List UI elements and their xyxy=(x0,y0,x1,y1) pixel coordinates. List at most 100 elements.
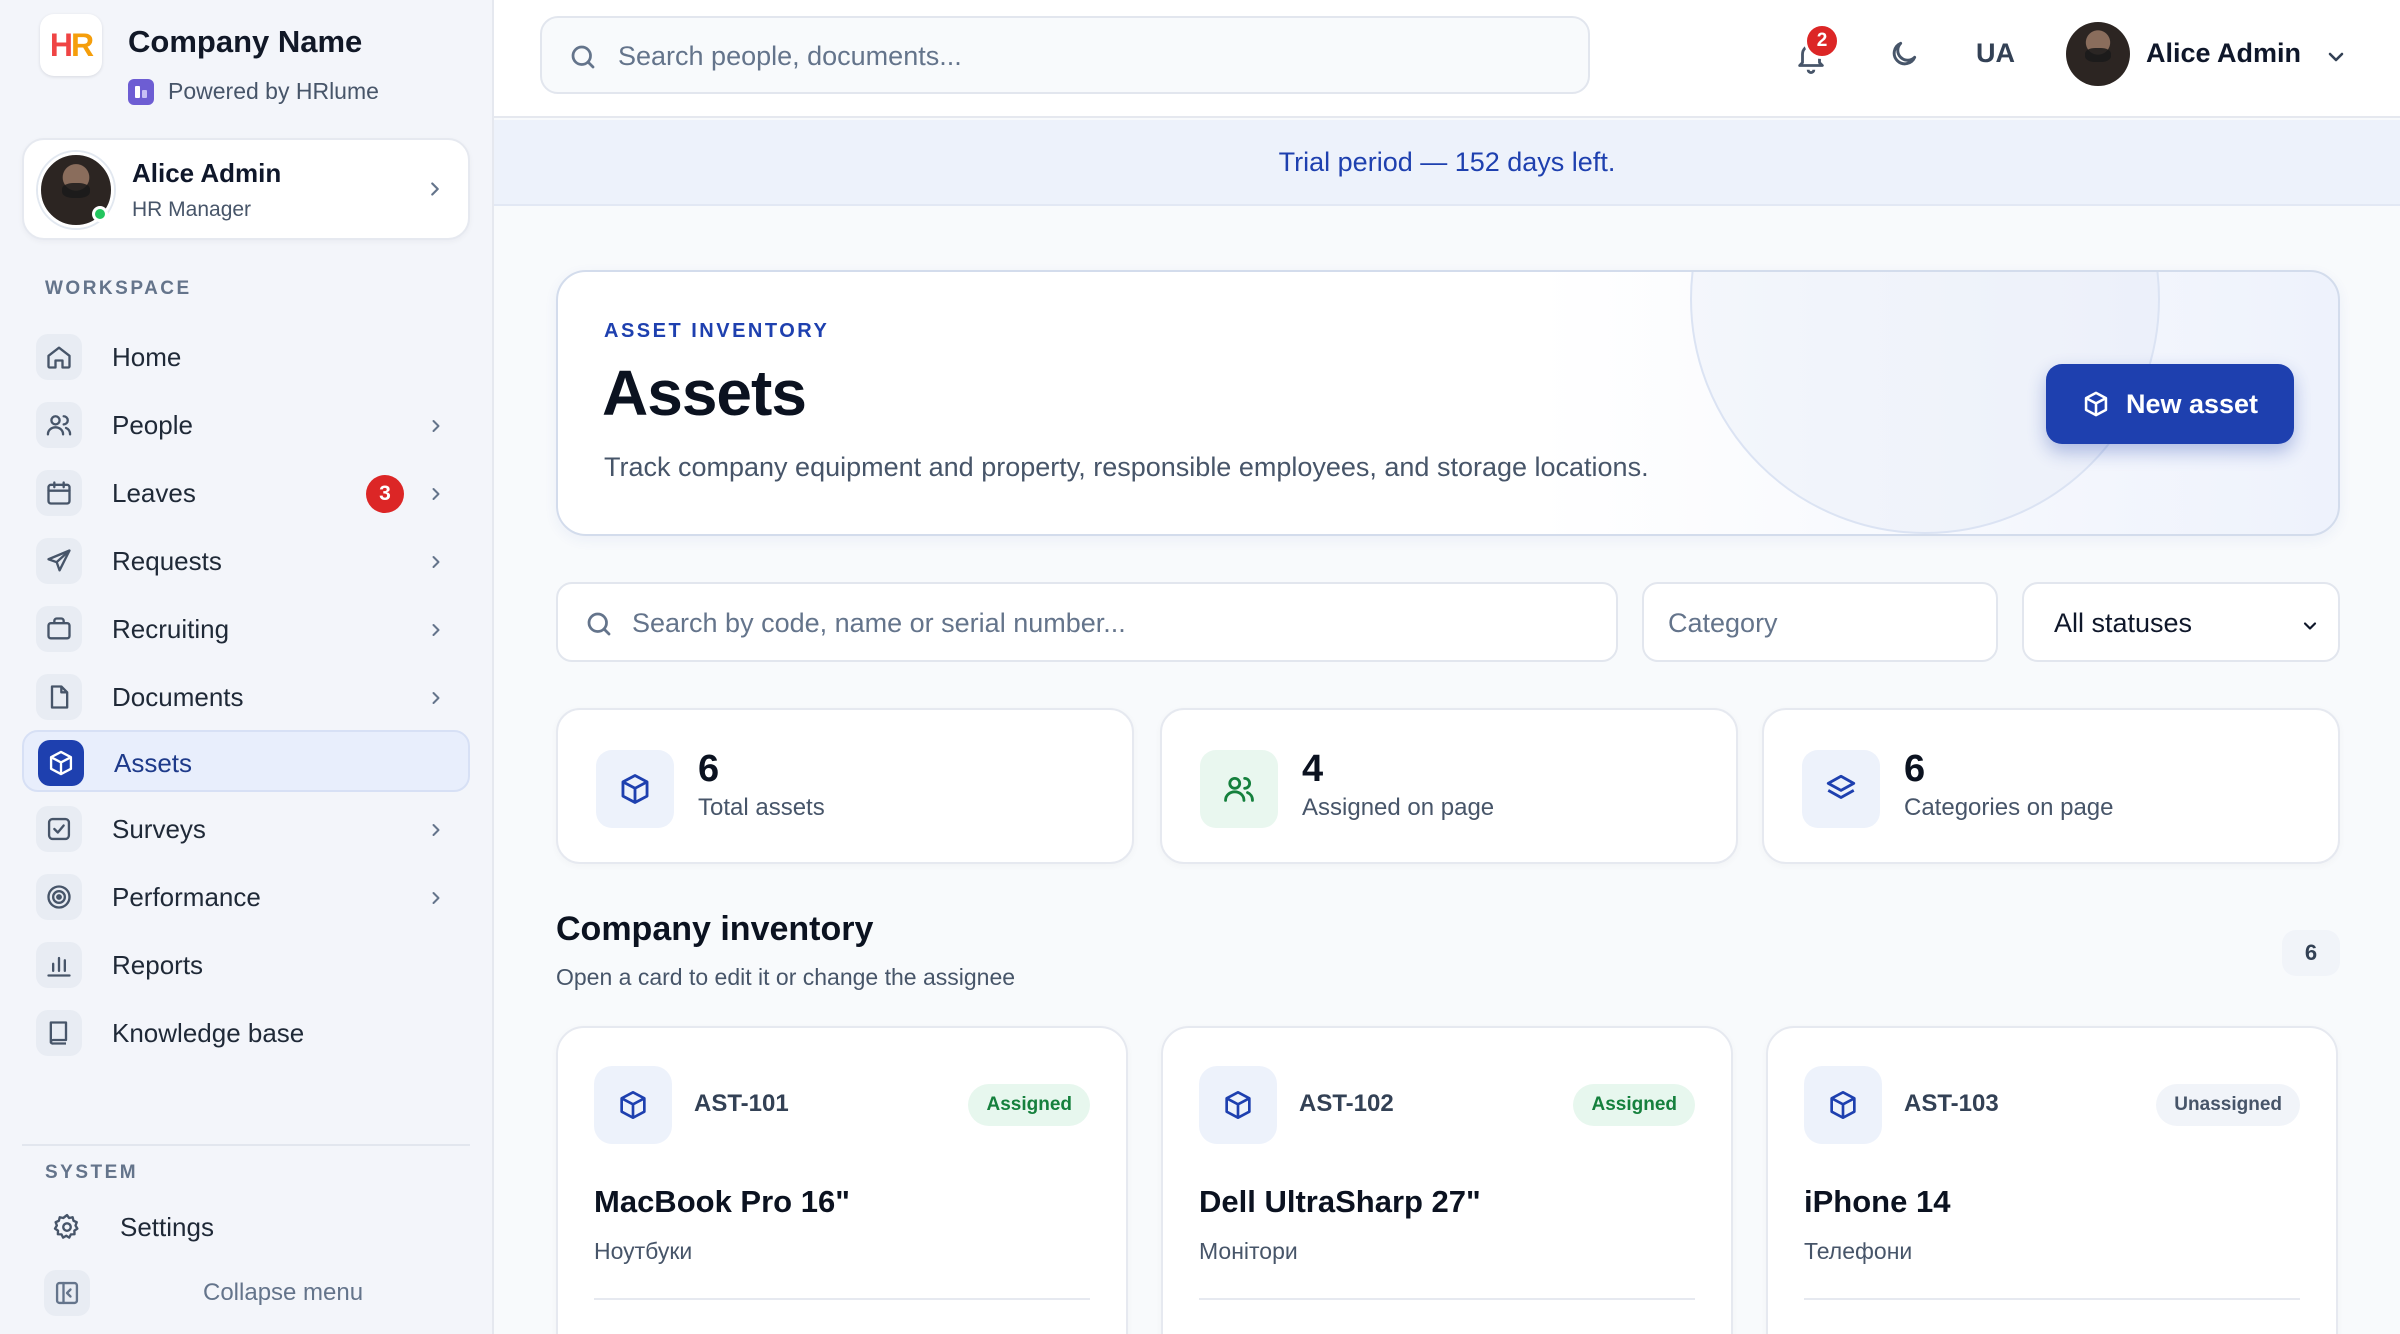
asset-category: Ноутбуки xyxy=(594,1238,693,1264)
asset-code: AST-102 xyxy=(1299,1090,1394,1117)
status-badge: Assigned xyxy=(1573,1084,1695,1126)
box-icon xyxy=(38,740,84,786)
status-filter-select[interactable]: All statuses xyxy=(2022,582,2340,662)
global-search-placeholder: Search people, documents... xyxy=(618,41,962,71)
powered-by: Powered by HRlume xyxy=(128,78,379,105)
asset-category: Монітори xyxy=(1199,1238,1298,1264)
sidebar-item-performance[interactable]: Performance xyxy=(22,866,470,928)
page-title: Assets xyxy=(602,357,807,429)
box-icon xyxy=(1804,1066,1882,1144)
home-icon xyxy=(36,334,82,380)
status-badge: Unassigned xyxy=(2156,1084,2300,1126)
sidebar-item-settings[interactable]: Settings xyxy=(30,1196,478,1258)
stat-card-assigned: 4 Assigned on page xyxy=(1160,708,1738,864)
bar-chart-icon xyxy=(36,942,82,988)
topbar-user-menu[interactable]: Alice Admin xyxy=(2146,38,2301,69)
global-search-input[interactable]: Search people, documents... xyxy=(540,16,1590,94)
sidebar-item-label: Settings xyxy=(120,1212,214,1242)
language-switcher[interactable]: UA xyxy=(1976,38,2015,69)
sidebar-item-label: Reports xyxy=(112,950,204,980)
asset-name: Dell UltraSharp 27" xyxy=(1199,1184,1481,1219)
box-icon xyxy=(594,1066,672,1144)
asset-name: iPhone 14 xyxy=(1804,1184,1951,1219)
stat-value: 4 xyxy=(1302,748,1324,790)
page-eyebrow: ASSET INVENTORY xyxy=(604,320,830,342)
sidebar-item-label: Recruiting xyxy=(112,614,230,644)
chevron-down-icon[interactable] xyxy=(2324,45,2348,69)
sidebar: HR Company Name Powered by HRlume Alice … xyxy=(0,0,494,1334)
status-filter-value: All statuses xyxy=(2054,608,2193,638)
stat-value: 6 xyxy=(698,748,720,790)
asset-code: AST-101 xyxy=(694,1090,789,1117)
target-icon xyxy=(36,874,82,920)
logo-letter-r: R xyxy=(71,26,94,63)
chevron-right-icon xyxy=(432,420,440,432)
chevron-right-icon xyxy=(432,824,440,836)
sidebar-item-label: Knowledge base xyxy=(112,1018,305,1048)
logo-letter-h: H xyxy=(49,26,73,63)
people-icon xyxy=(36,402,82,448)
sidebar-user-card[interactable]: Alice Admin HR Manager xyxy=(22,138,470,240)
inventory-subtitle: Open a card to edit it or change the ass… xyxy=(556,964,1016,990)
sidebar-item-recruiting[interactable]: Recruiting xyxy=(22,598,470,660)
chevron-right-icon xyxy=(432,488,440,500)
hrlume-logo-icon xyxy=(128,78,154,105)
box-icon xyxy=(596,750,674,828)
card-divider xyxy=(1199,1298,1695,1300)
card-divider xyxy=(1804,1298,2300,1300)
asset-card[interactable]: AST-101 Assigned MacBook Pro 16" Ноутбук… xyxy=(556,1026,1128,1334)
sidebar-item-label: Requests xyxy=(112,546,222,576)
card-divider xyxy=(594,1298,1090,1300)
gear-icon xyxy=(44,1204,90,1250)
sidebar-item-documents[interactable]: Documents xyxy=(22,666,470,728)
sidebar-divider xyxy=(22,1144,470,1146)
sidebar-item-people[interactable]: People xyxy=(22,394,470,456)
checkbox-icon xyxy=(36,806,82,852)
sidebar-user-name: Alice Admin xyxy=(132,158,282,188)
sidebar-item-label: Documents xyxy=(112,682,244,712)
sidebar-item-label: Assets xyxy=(114,748,193,778)
sidebar-item-label: People xyxy=(112,410,193,440)
dark-mode-toggle-icon[interactable] xyxy=(1888,38,1920,70)
asset-category: Телефони xyxy=(1804,1238,1913,1264)
chevron-right-icon xyxy=(432,892,440,904)
send-icon xyxy=(36,538,82,584)
category-filter-input[interactable]: Category xyxy=(1642,582,1998,662)
sidebar-item-home[interactable]: Home xyxy=(22,326,470,388)
sidebar-item-knowledge-base[interactable]: Knowledge base xyxy=(22,1002,470,1064)
stat-label: Assigned on page xyxy=(1302,794,1495,821)
sidebar-item-leaves[interactable]: Leaves 3 xyxy=(22,462,470,524)
powered-by-label: Powered by HRlume xyxy=(168,78,379,104)
search-icon xyxy=(587,612,611,636)
asset-search-placeholder: Search by code, name or serial number... xyxy=(632,608,1126,638)
trial-banner: Trial period — 152 days left. xyxy=(494,120,2400,206)
system-section-label: SYSTEM xyxy=(45,1162,139,1183)
new-asset-button[interactable]: New asset xyxy=(2046,364,2294,444)
company-logo[interactable]: HR xyxy=(40,14,102,76)
collapse-menu-button[interactable]: Collapse menu xyxy=(203,1279,363,1307)
sidebar-item-surveys[interactable]: Surveys xyxy=(22,798,470,860)
status-badge: Assigned xyxy=(968,1084,1090,1126)
sidebar-item-label: Home xyxy=(112,342,182,372)
topbar: Search people, documents... 2 UA Alice A… xyxy=(494,0,2400,118)
sidebar-item-assets[interactable]: Assets xyxy=(22,730,470,792)
asset-card[interactable]: AST-102 Assigned Dell UltraSharp 27" Мон… xyxy=(1161,1026,1733,1334)
briefcase-icon xyxy=(36,606,82,652)
collapse-sidebar-icon[interactable] xyxy=(44,1270,90,1316)
asset-name: MacBook Pro 16" xyxy=(594,1184,850,1219)
category-filter-placeholder: Category xyxy=(1668,608,1778,638)
stat-card-categories: 6 Categories on page xyxy=(1762,708,2340,864)
online-status-dot xyxy=(92,206,108,222)
sidebar-item-reports[interactable]: Reports xyxy=(22,934,470,996)
stat-value: 6 xyxy=(1904,748,1926,790)
stat-label: Categories on page xyxy=(1904,794,2114,821)
avatar[interactable] xyxy=(2066,22,2130,86)
chevron-right-icon xyxy=(432,692,440,704)
asset-card[interactable]: AST-103 Unassigned iPhone 14 Телефони xyxy=(1766,1026,2338,1334)
sidebar-item-requests[interactable]: Requests xyxy=(22,530,470,592)
chevron-right-icon xyxy=(432,624,440,636)
notification-count-badge: 2 xyxy=(1804,23,1840,59)
sidebar-item-label: Performance xyxy=(112,882,261,912)
calendar-icon xyxy=(36,470,82,516)
asset-search-input[interactable]: Search by code, name or serial number... xyxy=(556,582,1618,662)
